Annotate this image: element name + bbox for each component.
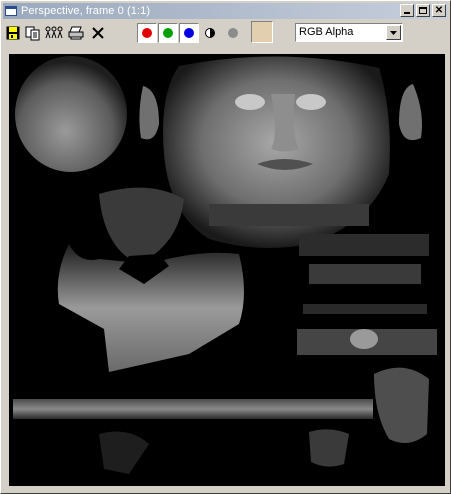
gum-strip-top — [299, 234, 429, 256]
blue-channel-icon — [184, 28, 194, 38]
fragment-shape — [309, 429, 349, 467]
save-icon — [6, 26, 20, 40]
helmet-uv-shape — [15, 56, 127, 172]
green-channel-icon — [163, 28, 173, 38]
dropdown-button[interactable] — [386, 25, 401, 40]
copy-icon — [25, 26, 40, 40]
collar-uv-shape — [99, 187, 184, 264]
clear-button[interactable] — [89, 24, 107, 42]
chin-band-shape — [209, 204, 369, 226]
red-channel-icon — [142, 28, 152, 38]
green-channel-button[interactable] — [158, 23, 178, 43]
minimize-icon — [404, 12, 410, 14]
texture-map-render — [13, 56, 437, 474]
print-icon — [68, 26, 84, 40]
print-button[interactable] — [67, 24, 85, 42]
maximize-button[interactable] — [416, 4, 430, 17]
save-button[interactable] — [4, 24, 22, 42]
window-icon — [5, 6, 17, 16]
fragment-shape-left — [99, 431, 149, 474]
copy-button[interactable] — [24, 24, 42, 42]
alpha-toggle-button[interactable] — [224, 24, 242, 42]
red-channel-button[interactable] — [137, 23, 157, 43]
mono-toggle-button[interactable] — [201, 24, 219, 42]
left-ear-shape — [139, 86, 159, 140]
monochrome-icon — [205, 28, 215, 38]
clone-icon — [45, 26, 63, 39]
alpha-channel-icon — [228, 28, 238, 38]
chevron-down-icon — [390, 30, 397, 35]
boot-uv-shape — [374, 367, 429, 443]
blue-channel-button[interactable] — [179, 23, 199, 43]
clone-button[interactable] — [45, 24, 63, 42]
render-viewport[interactable] — [9, 54, 445, 486]
channel-display-select[interactable]: RGB Alpha — [295, 23, 403, 42]
gum-strip-bottom — [303, 304, 427, 314]
title-bar[interactable]: Perspective, frame 0 (1:1) ✕ — [3, 3, 448, 19]
ornament-shape — [350, 329, 378, 349]
left-eye-shape — [235, 94, 265, 110]
teeth-strip-top — [309, 264, 421, 284]
clear-icon — [92, 27, 104, 39]
toolbar: RGB Alpha — [3, 21, 448, 45]
right-ear-shape — [399, 84, 422, 141]
belt-uv-shape — [13, 399, 373, 419]
window-controls: ✕ — [400, 4, 446, 17]
channel-display-value: RGB Alpha — [299, 26, 354, 38]
render-window: Perspective, frame 0 (1:1) ✕ RGB Alpha — [0, 0, 451, 494]
minimize-button[interactable] — [400, 4, 414, 17]
color-swatch[interactable] — [251, 21, 273, 43]
window-title: Perspective, frame 0 (1:1) — [21, 5, 151, 17]
right-eye-shape — [296, 94, 326, 110]
close-icon: ✕ — [434, 4, 444, 16]
close-button[interactable]: ✕ — [432, 4, 446, 17]
maximize-icon — [419, 7, 427, 14]
